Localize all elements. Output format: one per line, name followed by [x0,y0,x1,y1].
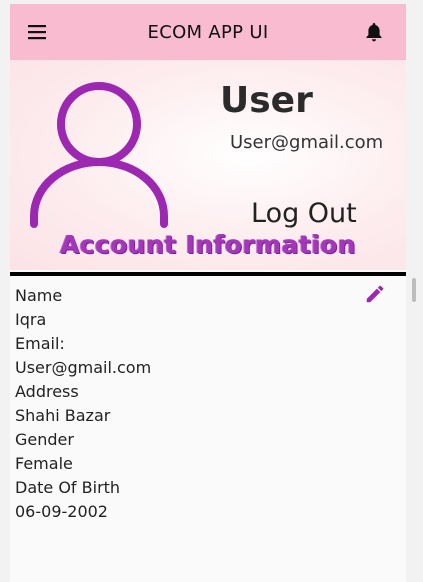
name-label: Name [15,286,63,305]
app-screen: ECOM APP UI User User@gmail.com Log Out … [10,4,406,582]
email-value: User@gmail.com [15,358,152,377]
section-divider [10,272,406,276]
name-value: Iqra [15,310,47,329]
scrollbar-thumb[interactable] [412,278,416,302]
dob-value: 06-09-2002 [15,502,108,521]
menu-icon[interactable] [27,23,49,41]
dob-label: Date Of Birth [15,478,121,497]
notification-bell-icon[interactable] [364,21,384,43]
address-label: Address [15,382,79,401]
account-details-list: Name Iqra Email: User@gmail.com Address … [15,284,355,524]
email-label: Email: [15,334,65,353]
account-information-title: Account Information [60,230,356,259]
edit-pencil-icon[interactable] [364,283,386,305]
logout-button[interactable]: Log Out [251,198,357,229]
profile-header: User User@gmail.com Log Out Account Info… [10,60,406,270]
app-title: ECOM APP UI [147,21,269,43]
profile-name: User [220,80,313,121]
user-avatar-icon [30,82,168,228]
address-value: Shahi Bazar [15,406,111,425]
gender-label: Gender [15,430,74,449]
app-bar: ECOM APP UI [10,4,406,60]
gender-value: Female [15,454,73,473]
profile-email: User@gmail.com [230,132,384,153]
